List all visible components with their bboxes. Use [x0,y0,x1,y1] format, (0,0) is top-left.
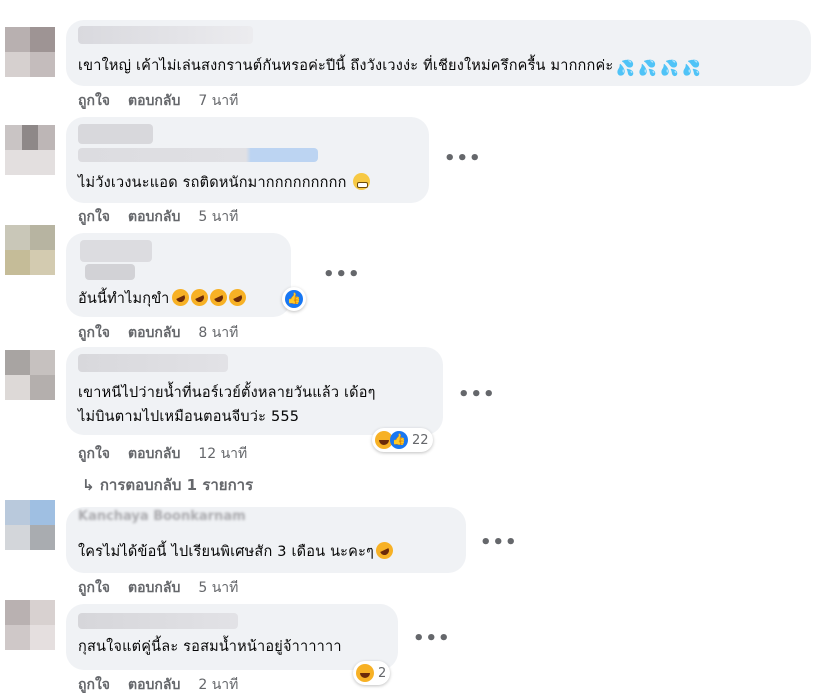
partial-comment-text: ... [118,0,143,4]
like-reaction-badge[interactable]: 👍 [282,287,306,311]
comment-text: เขาใหญ่ เค้าไม่เล่นสงกรานต์กันหรอค่ะปีนี… [78,58,701,77]
reaction-summary[interactable]: 2 [353,661,391,685]
reply-arrow-icon: ↳ [82,476,95,494]
comment-text: ใครไม่ได้ข้อนี้ ไปเรียนพิเศษสัก 3 เดือน … [78,539,396,563]
commenter-name-blurred[interactable] [78,354,228,372]
more-options-icon[interactable]: ••• [323,264,361,285]
like-link[interactable]: ถูกใจ [78,446,110,462]
rofl-emoji [373,539,396,562]
avatar[interactable] [5,225,55,275]
reaction-count: 2 [378,665,387,681]
timestamp[interactable]: 7 นาที [198,93,238,109]
more-options-icon[interactable]: ••• [413,628,451,649]
avatar[interactable] [5,600,55,650]
comment-text: ไม่บินตามไปเหมือนตอนจีบว่ะ 555 [78,409,300,425]
comment-actions: ถูกใจ ตอบกลับ 12 นาที [78,443,265,465]
reply-link[interactable]: ตอบกลับ [128,677,180,693]
avatar[interactable] [5,27,55,77]
comment-actions: ถูกใจ ตอบกลับ 7 นาที [78,90,256,112]
reply-link[interactable]: ตอบกลับ [128,93,180,109]
like-link[interactable]: ถูกใจ [78,677,110,693]
rofl-emoji [187,286,211,309]
view-replies-link[interactable]: ↳ การตอบกลับ 1 รายการ [82,473,253,497]
comment-actions: ถูกใจ ตอบกลับ 5 นาที [78,206,256,228]
comment-text: กุสนใจแต่คู่นี้ละ รอสมน้ำหน้าอยู่จ้าาาาา… [78,639,342,655]
avatar[interactable] [5,350,55,400]
reaction-summary[interactable]: 👍 22 [372,428,433,452]
commenter-name-blurred[interactable] [85,264,135,280]
timestamp[interactable]: 12 นาที [198,446,247,462]
reply-link[interactable]: ตอบกลับ [128,446,180,462]
rofl-emoji [168,286,192,309]
like-link[interactable]: ถูกใจ [78,209,110,225]
more-options-icon[interactable]: ••• [458,384,496,405]
like-reaction-icon: 👍 [390,431,408,449]
comment-actions: ถูกใจ ตอบกลับ 5 นาที [78,577,256,599]
like-icon: 👍 [285,290,303,308]
grimace-emoji [352,173,370,190]
like-link[interactable]: ถูกใจ [78,325,110,341]
sweat-drops-emoji: 💦 [681,59,701,77]
reply-link[interactable]: ตอบกลับ [128,209,180,225]
comment-actions: ถูกใจ ตอบกลับ 8 นาที [78,322,256,344]
comment-text: ไม่วังเวงนะแอด รถติดหนักมากกกกกกกกก [78,172,370,194]
timestamp[interactable]: 5 นาที [198,209,238,225]
commenter-name-blurred[interactable] [78,613,238,629]
like-link[interactable]: ถูกใจ [78,580,110,596]
commenter-name[interactable]: Kanchaya Boonkarnam [78,509,246,524]
rofl-emoji [225,286,249,309]
commenter-name-blurred[interactable] [78,148,318,162]
sweat-drops-emoji: 💦 [637,59,657,77]
comment-text: เขาหนีไปว่ายน้ำที่นอร์เวย์ตั้งหลายวันแล้… [78,385,376,401]
sweat-drops-emoji: 💦 [659,59,679,77]
comment-actions: ถูกใจ ตอบกลับ 2 นาที [78,674,256,696]
rofl-emoji [206,286,230,309]
commenter-name-blurred[interactable] [78,124,153,144]
more-options-icon[interactable]: ••• [480,532,518,553]
reaction-count: 22 [412,432,429,448]
like-link[interactable]: ถูกใจ [78,93,110,109]
timestamp[interactable]: 8 นาที [198,325,238,341]
sweat-drops-emoji: 💦 [615,59,635,77]
avatar[interactable] [5,125,55,175]
reply-link[interactable]: ตอบกลับ [128,580,180,596]
commenter-name-blurred[interactable] [78,26,253,44]
timestamp[interactable]: 2 นาที [198,677,238,693]
commenter-name-blurred[interactable] [80,240,152,262]
comment-text: อันนี้ทำไมกุขำ [78,286,249,310]
timestamp[interactable]: 5 นาที [198,580,238,596]
haha-reaction-icon [356,664,374,682]
avatar[interactable] [5,500,55,550]
more-options-icon[interactable]: ••• [444,148,482,169]
reply-link[interactable]: ตอบกลับ [128,325,180,341]
